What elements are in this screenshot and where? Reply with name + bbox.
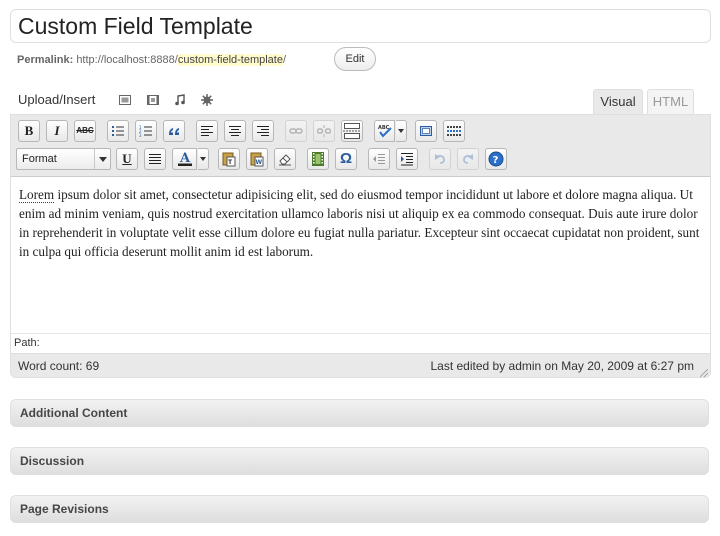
indent-icon (401, 153, 413, 166)
insert-more-button[interactable] (341, 120, 363, 142)
more-tag-icon (343, 123, 361, 139)
spellcheck-icon: ABC (378, 125, 392, 138)
fullscreen-button[interactable] (415, 120, 437, 142)
format-select[interactable]: Format (16, 148, 111, 170)
spellcheck-dropdown-arrow[interactable] (396, 120, 407, 142)
link-icon (289, 128, 303, 134)
last-edited: Last edited by admin on May 20, 2009 at … (430, 359, 694, 373)
justify-icon (149, 154, 161, 164)
paste-text-icon: T (222, 152, 236, 167)
format-select-value: Format (22, 153, 57, 165)
permalink-base: http://localhost:8888/ (76, 54, 178, 66)
undo-icon (435, 154, 445, 164)
media-icon[interactable] (200, 93, 214, 107)
paste-word-icon: W (250, 152, 264, 167)
tab-html[interactable]: HTML (647, 89, 694, 114)
fullscreen-icon (420, 126, 432, 136)
outdent-icon (373, 154, 385, 164)
justify-button[interactable] (144, 148, 166, 170)
tab-visual[interactable]: Visual (593, 89, 643, 114)
blockquote-icon (169, 128, 179, 135)
underline-button[interactable]: U (116, 148, 138, 170)
image-icon[interactable] (118, 93, 132, 107)
bullet-list-button[interactable] (107, 120, 129, 142)
numbered-list-button[interactable]: 123 (135, 120, 157, 142)
undo-button[interactable] (429, 148, 451, 170)
insert-link-button[interactable] (285, 120, 307, 142)
text-color-button[interactable]: A (172, 148, 197, 170)
paste-text-button[interactable]: T (218, 148, 240, 170)
unlink-icon (317, 125, 331, 137)
align-left-icon (201, 126, 213, 136)
align-left-button[interactable] (196, 120, 218, 142)
film-icon (312, 152, 324, 166)
post-title-input[interactable]: Custom Field Template (10, 9, 711, 43)
video-icon[interactable] (146, 93, 160, 107)
path-bar: Path: (11, 333, 710, 353)
italic-button[interactable]: I (46, 120, 68, 142)
remove-format-button[interactable] (274, 148, 296, 170)
paste-word-button[interactable]: W (246, 148, 268, 170)
spellcheck-button[interactable]: ABC (374, 120, 395, 142)
eraser-icon (279, 154, 291, 166)
insert-media-button[interactable] (307, 148, 329, 170)
svg-text:W: W (256, 159, 263, 166)
unlink-button[interactable] (313, 120, 335, 142)
align-center-icon (229, 126, 241, 136)
align-right-button[interactable] (252, 120, 274, 142)
editor: B I ABC 123 ABC Format U A T W Ω ? Lorem… (10, 114, 711, 378)
align-right-icon (257, 126, 269, 136)
permalink: Permalink: http://localhost:8888/custom-… (17, 52, 286, 68)
outdent-button[interactable] (368, 148, 390, 170)
postbox-page-revisions[interactable]: Page Revisions (10, 495, 709, 523)
bold-button[interactable]: B (18, 120, 40, 142)
numbered-list-icon: 123 (139, 125, 152, 138)
misspelled-word: Lorem (19, 187, 55, 203)
editor-text: ipsum dolor sit amet, consectetur adipis… (19, 187, 700, 259)
editor-toolbar: B I ABC 123 ABC Format U A T W Ω ? (11, 115, 710, 177)
bullet-list-icon (112, 126, 124, 136)
word-count: Word count: 69 (18, 359, 100, 373)
help-button[interactable]: ? (485, 148, 507, 170)
upload-insert-label: Upload/Insert (18, 92, 96, 107)
blockquote-button[interactable] (163, 120, 185, 142)
editor-status-bar: Word count: 69 Last edited by admin on M… (11, 353, 710, 377)
redo-button[interactable] (457, 148, 479, 170)
permalink-slug[interactable]: custom-field-template (177, 54, 283, 66)
strikethrough-button[interactable]: ABC (74, 120, 96, 142)
svg-text:3: 3 (139, 133, 142, 138)
postbox-discussion[interactable]: Discussion (10, 447, 709, 475)
kitchen-sink-button[interactable] (443, 120, 465, 142)
text-color-dropdown-arrow[interactable] (198, 148, 209, 170)
permalink-trail: / (282, 54, 287, 66)
align-center-button[interactable] (224, 120, 246, 142)
redo-icon (463, 154, 473, 164)
audio-icon[interactable] (173, 93, 187, 107)
svg-text:?: ? (493, 155, 499, 166)
special-character-button[interactable]: Ω (335, 148, 357, 170)
chevron-down-icon (94, 149, 110, 169)
editor-content[interactable]: Lorem ipsum dolor sit amet, consectetur … (19, 185, 704, 261)
help-icon: ? (488, 151, 504, 167)
text-color-icon: A (177, 151, 192, 166)
postbox-additional-content[interactable]: Additional Content (10, 399, 709, 427)
kitchen-sink-icon (447, 126, 461, 136)
indent-button[interactable] (396, 148, 418, 170)
resize-grip-icon[interactable] (700, 369, 708, 377)
permalink-label: Permalink: (17, 54, 74, 66)
edit-permalink-button[interactable]: Edit (334, 47, 376, 71)
